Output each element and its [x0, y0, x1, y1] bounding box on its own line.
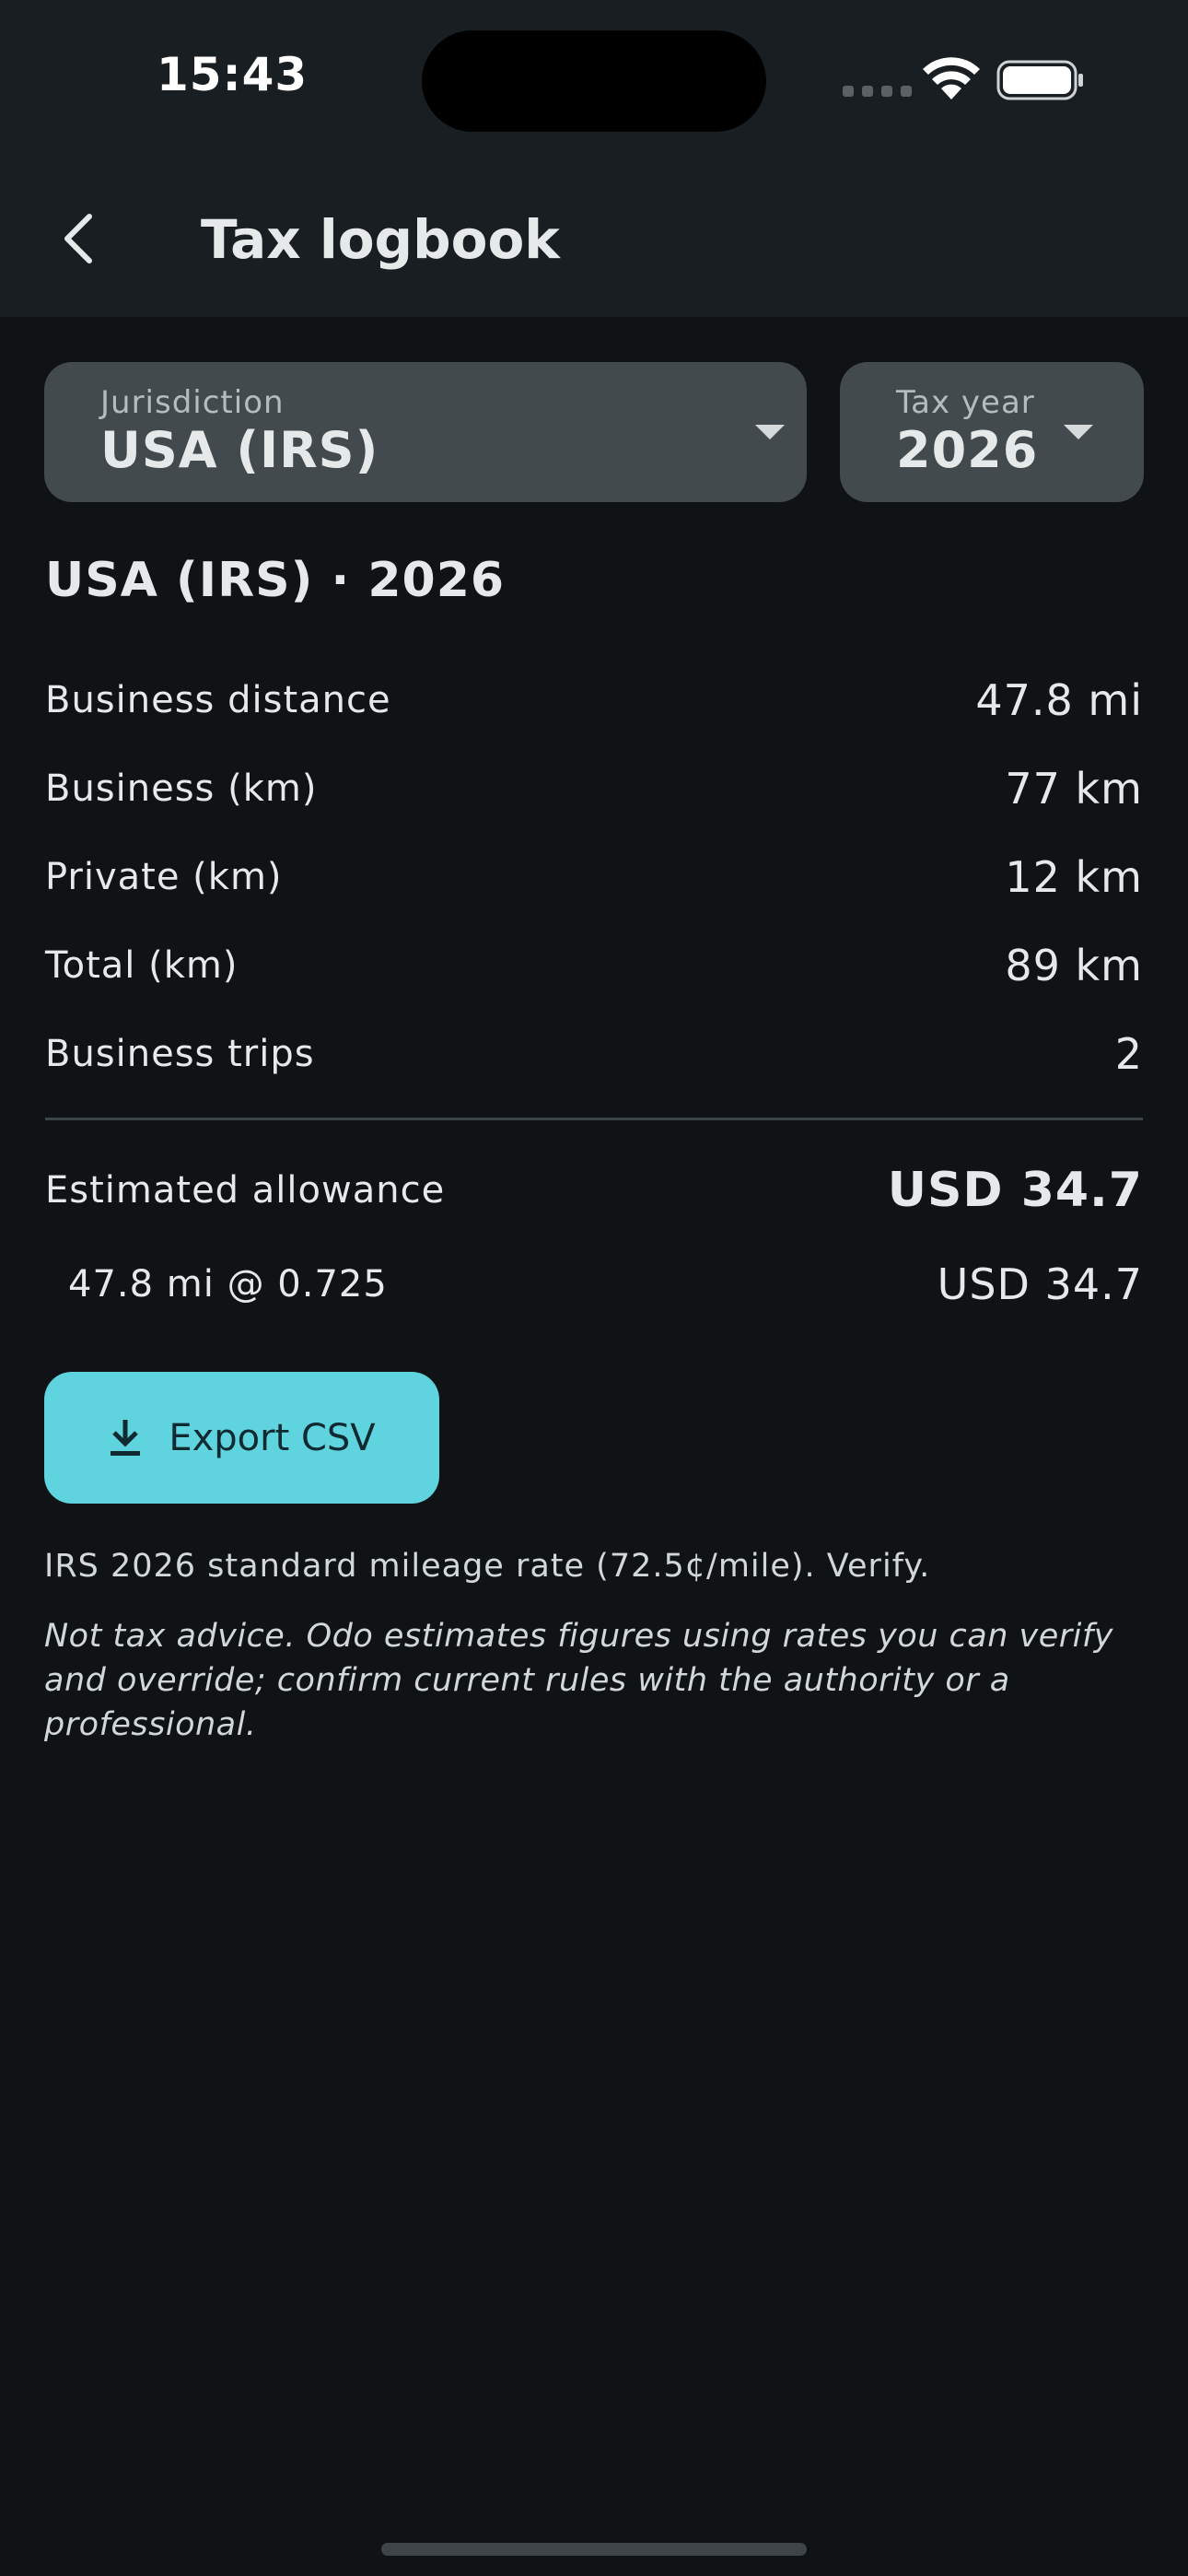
jurisdiction-value: USA (IRS) — [100, 421, 379, 479]
divider — [45, 1118, 1143, 1120]
dropdown-caret-icon — [1064, 425, 1093, 439]
summary-row-business-distance: Business distance 47.8 mi — [45, 673, 1143, 728]
top-bar: 15:43 Tax logbook — [0, 0, 1188, 317]
page-title: Tax logbook — [201, 208, 560, 271]
download-icon — [111, 1419, 141, 1456]
rate-note: IRS 2026 standard mileage rate (72.5¢/mi… — [44, 1548, 931, 1585]
back-button[interactable] — [37, 197, 120, 280]
allowance-value: USD 34.7 — [887, 1163, 1143, 1218]
tax-year-label: Tax year — [896, 384, 1035, 421]
wifi-icon — [923, 57, 980, 100]
row-value: 12 km — [1005, 852, 1143, 902]
breakdown-value: USD 34.7 — [937, 1259, 1143, 1309]
tax-year-dropdown[interactable]: Tax year 2026 — [840, 362, 1144, 502]
row-label: Business trips — [45, 1033, 315, 1075]
jurisdiction-label: Jurisdiction — [100, 384, 285, 421]
dynamic-island — [422, 30, 766, 132]
allowance-breakdown-row: 47.8 mi @ 0.725 USD 34.7 — [45, 1257, 1143, 1312]
summary-heading: USA (IRS) · 2026 — [45, 553, 506, 608]
export-csv-button[interactable]: Export CSV — [44, 1372, 439, 1504]
row-label: Private (km) — [45, 856, 283, 898]
export-csv-label: Export CSV — [169, 1416, 376, 1459]
cellular-signal-icon — [843, 86, 912, 97]
row-label: Total (km) — [45, 944, 239, 987]
summary-row-business-trips: Business trips 2 — [45, 1026, 1143, 1082]
row-value: 89 km — [1005, 941, 1143, 990]
estimated-allowance-row: Estimated allowance USD 34.7 — [45, 1163, 1143, 1218]
battery-icon — [996, 60, 1083, 100]
dropdown-caret-icon — [755, 425, 785, 439]
breakdown-label: 47.8 mi @ 0.725 — [68, 1263, 388, 1306]
row-label: Business (km) — [45, 767, 318, 810]
allowance-label: Estimated allowance — [45, 1169, 446, 1212]
status-time: 15:43 — [157, 48, 309, 101]
jurisdiction-dropdown[interactable]: Jurisdiction USA (IRS) — [44, 362, 807, 502]
home-indicator[interactable] — [381, 2543, 807, 2556]
disclaimer-text: Not tax advice. Odo estimates figures us… — [44, 1618, 1113, 1743]
summary-row-business-km: Business (km) 77 km — [45, 761, 1143, 816]
row-value: 47.8 mi — [975, 675, 1143, 725]
row-label: Business distance — [45, 679, 391, 721]
tax-year-value: 2026 — [896, 421, 1039, 479]
summary-row-private-km: Private (km) 12 km — [45, 849, 1143, 905]
chevron-left-icon — [64, 214, 92, 263]
summary-row-total-km: Total (km) 89 km — [45, 938, 1143, 993]
row-value: 2 — [1114, 1029, 1143, 1079]
row-value: 77 km — [1005, 764, 1143, 814]
